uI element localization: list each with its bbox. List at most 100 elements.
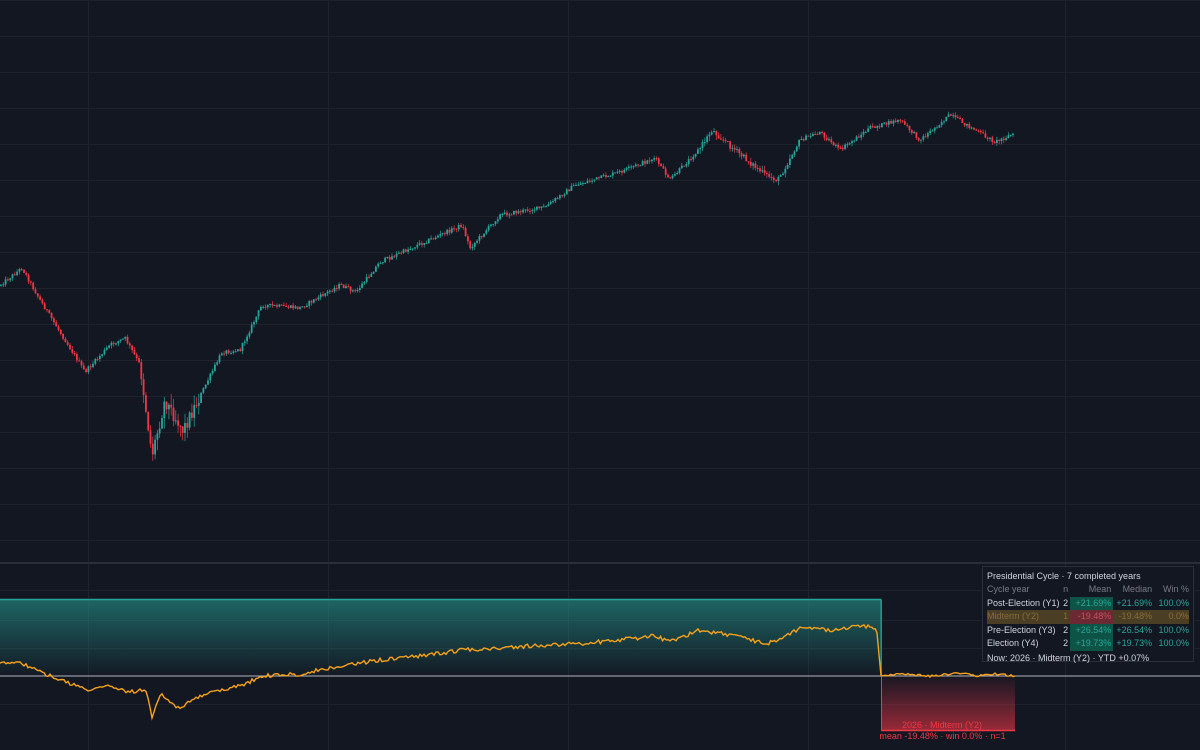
candle-body [138, 358, 140, 363]
table-row: Election (Y4) 2 +19.73% +19.73% 100.0% [987, 637, 1189, 651]
candle-body [570, 185, 573, 191]
candle-body [938, 125, 941, 128]
candle-body [809, 136, 812, 138]
candle-body [184, 423, 186, 433]
candle-body [326, 291, 329, 294]
candle-body [749, 161, 752, 166]
candle-body [579, 183, 582, 185]
candle-body [791, 155, 794, 159]
candle-body [1009, 135, 1012, 137]
candle-body [177, 420, 179, 426]
candle-body [694, 153, 697, 157]
candle-body [257, 310, 260, 317]
candle-body [271, 303, 274, 306]
candle-body [968, 123, 971, 128]
candle-body [894, 120, 897, 122]
candle-body [878, 126, 881, 128]
candle-body [639, 165, 642, 167]
row-median: +26.54% [1116, 624, 1153, 635]
candle-body [349, 286, 352, 292]
candle-body [966, 123, 968, 126]
presidential-cycle-table: Presidential Cycle · 7 completed years C… [982, 566, 1194, 663]
candle-body [802, 139, 805, 141]
row-label: Pre-Election (Y3) [987, 624, 1056, 635]
candle-body [124, 336, 127, 339]
candle-body [890, 121, 892, 124]
candle-body [255, 316, 258, 322]
candle-body [687, 159, 690, 165]
candle-body [846, 144, 849, 146]
candle-body [715, 131, 718, 136]
candle-body [133, 350, 136, 355]
candle-body [754, 163, 757, 168]
candle-body [126, 336, 129, 344]
table-row: Pre-Election (Y3) 2 +26.54% +26.54% 100.… [987, 623, 1189, 637]
candle-body [163, 401, 166, 419]
candle-body [4, 279, 7, 285]
candle-body [103, 349, 106, 355]
candle-body [174, 420, 177, 422]
candle-body [625, 167, 628, 170]
candle-body [825, 137, 828, 140]
candle-body [411, 248, 414, 250]
candle-body [876, 126, 879, 128]
candle-body [634, 164, 637, 167]
candle-body [46, 309, 48, 311]
candle-body [464, 227, 467, 237]
candle-body [446, 229, 449, 235]
candle-body [66, 342, 69, 345]
candle-body [448, 229, 451, 233]
candle-body [352, 290, 354, 292]
candle-body [131, 345, 133, 350]
candle-body [828, 139, 830, 141]
candle-body [398, 252, 400, 254]
candle-body [623, 169, 626, 173]
candle-body [685, 164, 688, 167]
candle-body [701, 142, 704, 149]
candle-body [524, 209, 527, 211]
candle-body [798, 140, 800, 147]
candle-body [835, 144, 837, 146]
candle-body [276, 305, 278, 307]
candle-body [929, 130, 932, 134]
candle-body [674, 174, 676, 176]
candle-body [492, 224, 495, 226]
candle-body [85, 369, 87, 372]
candle-body [554, 198, 557, 202]
candle-body [536, 206, 538, 210]
candle-body [529, 210, 531, 212]
candle-body [439, 233, 442, 236]
candle-body [425, 243, 428, 245]
candle-body [423, 243, 426, 245]
row-win: 100.0% [1158, 638, 1189, 648]
candle-body [246, 336, 248, 342]
candle-body [591, 180, 593, 182]
candle-body [678, 168, 681, 173]
candle-body [324, 293, 327, 296]
candle-body [280, 304, 283, 306]
candle-body [805, 135, 807, 141]
candle-body [186, 423, 189, 428]
candle-body [605, 175, 607, 177]
candle-body [954, 115, 957, 118]
candle-body [329, 290, 331, 292]
candle-body [784, 168, 787, 174]
candle-body [78, 360, 81, 362]
candle-body [697, 149, 699, 154]
current-year-label: 2026 · Midterm (Y2) [901, 720, 983, 730]
candle-body [250, 324, 253, 333]
candle-body [770, 177, 773, 178]
row-median: +21.69% [1116, 597, 1153, 608]
candle-body [55, 322, 58, 327]
candle-body [460, 225, 462, 227]
candle-body [188, 412, 191, 428]
candle-body [706, 136, 708, 143]
candle-body [264, 306, 267, 308]
table-footer-status: Now: 2026 · Midterm (Y2) · YTD +0.07% [987, 652, 1150, 663]
candle-body [319, 294, 322, 298]
candle-body [676, 173, 679, 175]
candle-body [731, 147, 734, 149]
candle-body [956, 117, 959, 119]
row-median: +19.73% [1116, 638, 1153, 648]
candle-body [110, 342, 113, 346]
